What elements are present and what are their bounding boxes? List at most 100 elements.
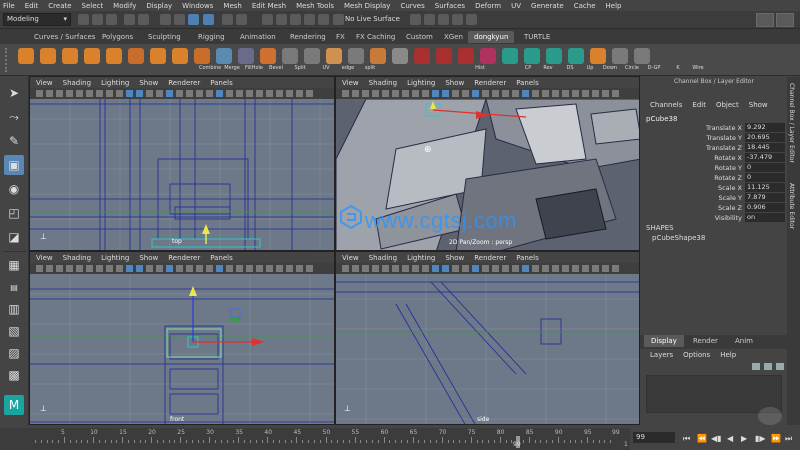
viewport-menu-show[interactable]: Show	[445, 79, 464, 87]
attr-value[interactable]: 20.695	[745, 133, 785, 142]
viewport-tool-icon[interactable]	[86, 265, 93, 272]
hypershade-icon[interactable]	[452, 14, 463, 25]
viewport-tool-icon[interactable]	[186, 265, 193, 272]
viewport-menu-panels[interactable]: Panels	[210, 254, 233, 262]
viewport-tool-icon[interactable]	[612, 265, 619, 272]
viewport-side[interactable]: View Shading Lighting Show Renderer Panels si…	[335, 251, 640, 425]
viewport-tool-icon[interactable]	[266, 265, 273, 272]
viewport-tool-icon[interactable]	[542, 265, 549, 272]
shelf-tool-icon[interactable]	[326, 48, 342, 64]
open-scene-icon[interactable]	[92, 14, 103, 25]
viewport-tool-icon[interactable]	[442, 265, 449, 272]
viewport-tool-icon[interactable]	[136, 90, 143, 97]
viewport-menu-show[interactable]: Show	[139, 254, 158, 262]
viewport-tool-icon[interactable]	[36, 265, 43, 272]
shelf-tool-icon[interactable]	[40, 48, 56, 64]
viewport-menu-renderer[interactable]: Renderer	[474, 254, 506, 262]
viewport-tool-icon[interactable]	[56, 90, 63, 97]
shelf-tab-xgen[interactable]: XGen	[438, 31, 469, 43]
shelf-tool-icon[interactable]	[414, 48, 430, 64]
viewport-menu-view[interactable]: View	[342, 254, 359, 262]
viewport-tool-icon[interactable]	[392, 90, 399, 97]
menu-help[interactable]: Help	[606, 2, 622, 10]
layer-menu-options[interactable]: Options	[683, 351, 710, 359]
shelf-tool-icon[interactable]	[304, 48, 320, 64]
layout-outliner-icon[interactable]: ▨	[4, 343, 24, 363]
viewport-tool-icon[interactable]	[372, 265, 379, 272]
viewport-tool-icon[interactable]	[156, 265, 163, 272]
viewport-menu-renderer[interactable]: Renderer	[168, 254, 200, 262]
viewport-tool-icon[interactable]	[352, 265, 359, 272]
layer-options-icon[interactable]	[776, 363, 784, 370]
shelf-tool-icon[interactable]	[348, 48, 364, 64]
viewport-menu-lighting[interactable]: Lighting	[101, 79, 129, 87]
shelf-tool-icon[interactable]	[590, 48, 606, 64]
viewport-tool-icon[interactable]	[226, 90, 233, 97]
lasso-tool-icon[interactable]: ⤳	[4, 107, 24, 127]
attr-value[interactable]: on	[745, 213, 785, 222]
shelf-tab-sculpting[interactable]: Sculpting	[142, 31, 187, 43]
select-object-icon[interactable]	[174, 14, 185, 25]
viewport-tool-icon[interactable]	[372, 90, 379, 97]
current-frame-field[interactable]: 99	[633, 432, 675, 443]
channel-menu-channels[interactable]: Channels	[650, 101, 682, 109]
shelf-tool-icon[interactable]	[172, 48, 188, 64]
side-tab-channel-box[interactable]: Channel Box / Layer Editor	[788, 83, 795, 163]
undo-icon[interactable]	[124, 14, 135, 25]
viewport-tool-icon[interactable]	[176, 90, 183, 97]
viewport-tool-icon[interactable]	[412, 90, 419, 97]
layer-list[interactable]	[646, 375, 782, 413]
attr-row-rotate-x[interactable]: Rotate X -37.479	[640, 153, 787, 163]
viewport-tool-icon[interactable]	[306, 90, 313, 97]
viewport-tool-icon[interactable]	[432, 90, 439, 97]
viewport-tool-icon[interactable]	[582, 90, 589, 97]
viewport-tool-icon[interactable]	[96, 90, 103, 97]
menu-modify[interactable]: Modify	[113, 2, 136, 10]
viewport-tool-icon[interactable]	[492, 265, 499, 272]
layer-menu-help[interactable]: Help	[720, 351, 736, 359]
new-layer-icon[interactable]	[752, 363, 760, 370]
viewport-tool-icon[interactable]	[502, 90, 509, 97]
menu-mesh[interactable]: Mesh	[223, 2, 241, 10]
attr-row-translate-y[interactable]: Translate Y 20.695	[640, 133, 787, 143]
shelf-tool-icon[interactable]	[128, 48, 144, 64]
shelf-tool-icon[interactable]	[480, 48, 496, 64]
viewport-tool-icon[interactable]	[236, 265, 243, 272]
viewport-tool-icon[interactable]	[206, 265, 213, 272]
viewport-tool-icon[interactable]	[276, 90, 283, 97]
viewport-tool-icon[interactable]	[256, 265, 263, 272]
shelf-tool-icon[interactable]	[150, 48, 166, 64]
viewport-tool-icon[interactable]	[532, 265, 539, 272]
toggle-panel-icon[interactable]	[756, 13, 774, 27]
viewport-tool-icon[interactable]	[196, 265, 203, 272]
viewport-tool-icon[interactable]	[296, 265, 303, 272]
shelf-tool-icon[interactable]	[282, 48, 298, 64]
viewport-tool-icon[interactable]	[206, 90, 213, 97]
viewport-tool-icon[interactable]	[472, 90, 479, 97]
magnet-icon[interactable]	[333, 14, 344, 25]
viewport-tool-icon[interactable]	[552, 90, 559, 97]
viewport-tool-icon[interactable]	[236, 90, 243, 97]
viewport-tool-icon[interactable]	[286, 265, 293, 272]
viewport-tool-icon[interactable]	[136, 265, 143, 272]
attr-row-translate-x[interactable]: Translate X 9.292	[640, 123, 787, 133]
render-view-icon[interactable]	[466, 14, 477, 25]
viewport-tool-icon[interactable]	[502, 265, 509, 272]
viewport-tool-icon[interactable]	[56, 265, 63, 272]
attr-value[interactable]: 0	[745, 173, 785, 182]
mask-icon-1[interactable]	[222, 14, 233, 25]
channel-menu-edit[interactable]: Edit	[692, 101, 706, 109]
shelf-tool-icon[interactable]	[568, 48, 584, 64]
viewport-tool-icon[interactable]	[256, 90, 263, 97]
menu-edit-mesh[interactable]: Edit Mesh	[252, 2, 286, 10]
viewport-tool-icon[interactable]	[562, 265, 569, 272]
shelf-tool-icon[interactable]	[238, 48, 254, 64]
viewport-menu-lighting[interactable]: Lighting	[407, 254, 435, 262]
viewport-tool-icon[interactable]	[392, 265, 399, 272]
play-forward-icon[interactable]: ▶	[741, 434, 747, 443]
layout-four-icon[interactable]: ▤	[4, 277, 24, 297]
viewport-tool-icon[interactable]	[106, 90, 113, 97]
viewport-tool-icon[interactable]	[216, 90, 223, 97]
shelf-tab-dongkyun[interactable]: dongkyun	[468, 31, 515, 43]
mask-icon-2[interactable]	[236, 14, 247, 25]
